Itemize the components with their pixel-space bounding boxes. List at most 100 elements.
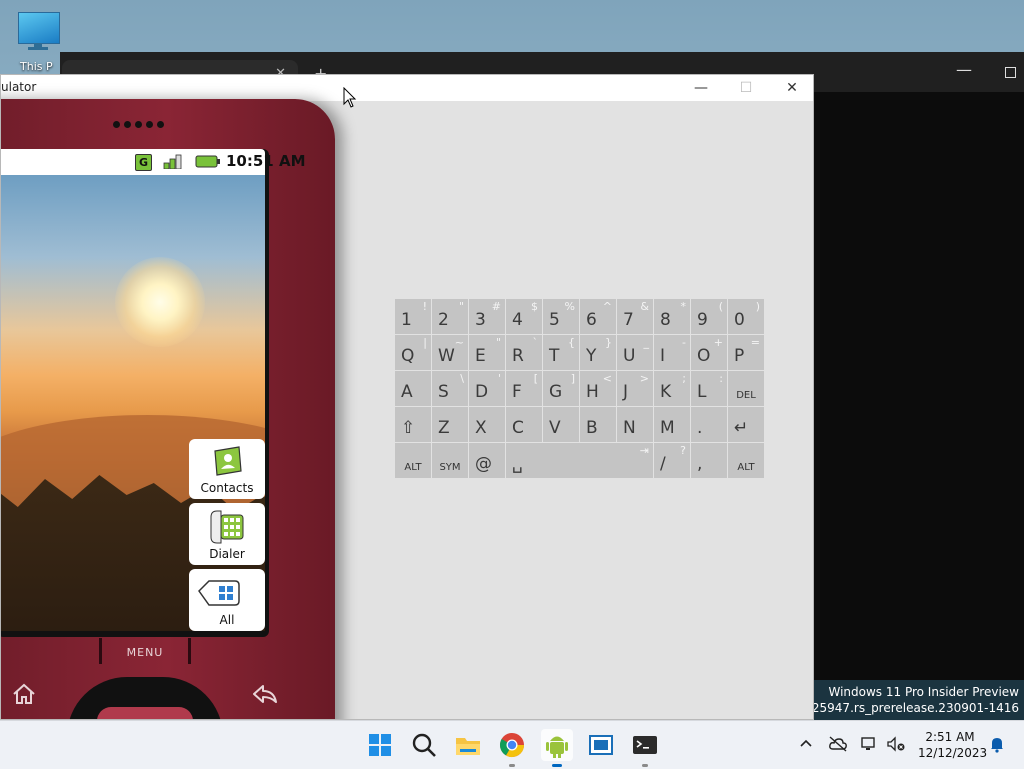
keyboard-key[interactable]: J > [617,371,653,406]
keyboard-key[interactable]: 5% [543,299,579,334]
key-shift-label: - [682,336,686,349]
key-label: Z [438,418,450,438]
all-apps-icon [198,580,240,606]
keyboard-key[interactable]: N [617,407,653,442]
notification-bell-icon[interactable] [988,735,1006,757]
keyboard-key[interactable]: /? [654,443,690,478]
keyboard-key[interactable]: T{ [543,335,579,370]
terminal-icon[interactable] [629,729,661,767]
key-shift-label: > [639,372,649,385]
keyboard-key[interactable]: 6 ^ [580,299,616,334]
key-label: 6 [586,310,597,330]
keyboard-key[interactable]: P = [728,335,764,370]
keyboard-key[interactable]: B [580,407,616,442]
keyboard-key[interactable]: Y} [580,335,616,370]
terminal-maximize-button[interactable] [1005,67,1016,78]
key-shift-label: ~ [454,336,464,349]
contacts-shortcut[interactable]: Contacts [189,439,265,499]
key-label: ALT [404,462,422,473]
signal-icon [163,154,185,170]
keyboard-key[interactable]: C [506,407,542,442]
keyboard-key[interactable]: ␣ ⇥ [506,443,653,478]
chrome-icon[interactable] [496,729,528,767]
maximize-button[interactable]: ☐ [723,75,769,101]
keyboard-key[interactable]: I- [654,335,690,370]
keyboard-key[interactable]: 4 $ [506,299,542,334]
keyboard-key[interactable]: SYM [432,443,468,478]
key-shift-label: * [680,300,687,313]
keyboard-key[interactable]: U _ [617,335,653,370]
emulator-titlebar[interactable]: ulator — ☐ ✕ [1,75,813,101]
trackball[interactable] [97,707,193,719]
keyboard-key[interactable]: 2 " [432,299,468,334]
volume-muted-icon[interactable] [886,735,906,757]
key-label: H [586,382,599,402]
tray-clock[interactable]: 2:51 AM 12/12/2023 [918,729,987,761]
key-label: U [623,346,636,366]
keyboard-key[interactable]: R ` [506,335,542,370]
key-label: / [660,454,666,474]
keyboard-key[interactable]: K; [654,371,690,406]
keyboard-key[interactable]: G] [543,371,579,406]
keyboard-key[interactable]: Q | [395,335,431,370]
keyboard-key[interactable]: , [691,443,727,478]
window-app-icon[interactable] [585,729,617,761]
keyboard-key[interactable]: 1! [395,299,431,334]
all-apps-shortcut[interactable]: All [189,569,265,631]
key-shift-label: = [750,336,760,349]
start-icon[interactable] [364,729,396,761]
key-shift-label: } [605,336,612,349]
keyboard-key[interactable]: Z [432,407,468,442]
search-icon[interactable] [408,729,440,761]
close-button[interactable]: ✕ [769,75,813,101]
keyboard-key[interactable]: ⇧ [395,407,431,442]
key-shift-label: # [491,300,501,313]
minimize-button[interactable]: — [678,75,724,101]
keyboard-key[interactable]: ALT [728,443,764,478]
keyboard-key[interactable]: A [395,371,431,406]
keyboard-key[interactable]: 7 & [617,299,653,334]
key-shift-label: $ [531,300,538,313]
launcher-dock: Contacts Dialer All [189,439,265,633]
keyboard-key[interactable]: W ~ [432,335,468,370]
contacts-label: Contacts [200,481,254,495]
keyboard-key[interactable]: E " [469,335,505,370]
keyboard-key[interactable]: M [654,407,690,442]
keyboard-key[interactable]: 9( [691,299,727,334]
show-hidden-icons[interactable] [798,735,814,755]
keyboard-key[interactable]: F[ [506,371,542,406]
file-explorer-icon[interactable] [452,729,484,761]
home-icon[interactable] [11,683,37,709]
keyboard-key[interactable]: 0) [728,299,764,334]
dialer-shortcut[interactable]: Dialer [189,503,265,565]
keyboard-key[interactable]: @ [469,443,505,478]
keyboard-key[interactable]: S \ [432,371,468,406]
phone-screen: G 10:51 AM Contacts Dialer All [1,149,306,637]
key-shift-label: ) [755,300,760,313]
keyboard-key[interactable]: L: [691,371,727,406]
onedrive-offline-icon[interactable] [828,735,848,757]
keyboard-key[interactable]: D ' [469,371,505,406]
keyboard-key[interactable]: V [543,407,579,442]
keyboard-key[interactable]: ALT [395,443,431,478]
keyboard-key[interactable]: . [691,407,727,442]
back-icon[interactable] [251,683,279,709]
key-label: J [623,382,629,402]
network-icon[interactable] [860,735,878,757]
keyboard-key[interactable]: DEL [728,371,764,406]
key-label: 5 [549,310,560,330]
key-shift-label: ? [680,444,686,457]
keyboard-key[interactable]: H < [580,371,616,406]
android-emulator-icon[interactable] [541,729,573,767]
keyboard-key[interactable]: ↵ [728,407,764,442]
desktop-icon-this-pc[interactable]: This P [14,8,66,74]
keyboard-key[interactable]: 8 * [654,299,690,334]
menu-button[interactable]: MENU [99,638,191,664]
terminal-minimize-button[interactable]: — [956,60,972,79]
key-shift-label: [ [533,372,538,385]
keyboard-key[interactable]: 3 # [469,299,505,334]
menu-label: MENU [126,646,164,659]
keyboard-key[interactable]: O + [691,335,727,370]
all-apps-label: All [219,613,235,627]
keyboard-key[interactable]: X [469,407,505,442]
